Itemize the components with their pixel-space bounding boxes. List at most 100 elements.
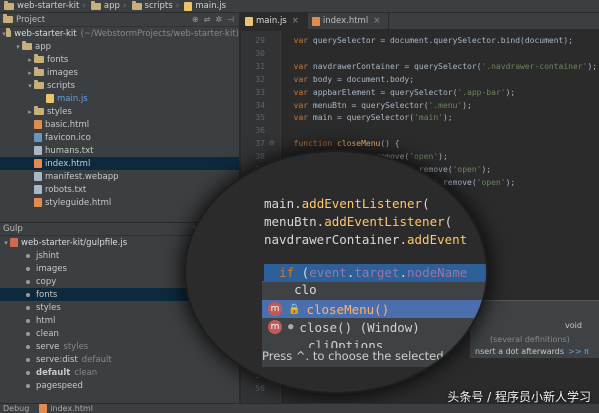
debug-file-label[interactable]: index.html	[50, 404, 93, 413]
tree-item[interactable]: ▾ scripts	[0, 79, 239, 92]
task-icon	[26, 279, 30, 284]
gulp-task[interactable]: pagespeed	[0, 379, 240, 392]
project-tree: ▾ web-starter-kit (~/WebstormProjects/we…	[0, 27, 239, 209]
gear-icon[interactable]: ✲	[215, 15, 222, 24]
debug-tab[interactable]: Debug	[0, 404, 29, 413]
breadcrumb-item-app[interactable]: app	[89, 0, 122, 13]
code-line: var appbarElement = querySelector('.app-…	[293, 87, 516, 97]
completion-label: closeMenu()	[306, 301, 390, 317]
editor-tabs: main.js × index.html ×	[241, 13, 599, 30]
tree-item-label: images	[47, 67, 78, 78]
breadcrumb-label: app	[103, 1, 120, 11]
gulp-icon	[10, 238, 18, 247]
expand-arrow-icon[interactable]: ▸	[26, 108, 34, 116]
close-icon[interactable]: ×	[373, 16, 380, 26]
completion-popup-edge: void (several definitions) nsert a dot a…	[470, 300, 599, 358]
line-number: 34	[255, 100, 265, 110]
folder-icon	[4, 0, 14, 10]
html-file-icon	[39, 404, 48, 413]
collapse-icon[interactable]: ⇌	[204, 15, 211, 24]
gulp-root-label: web-starter-kit/gulpfile.js	[21, 237, 128, 248]
sync-icon[interactable]: ⊕	[192, 15, 199, 24]
tree-item[interactable]: robots.txt	[0, 183, 239, 196]
line-number: 56	[255, 384, 265, 394]
tree-item[interactable]: styleguide.html	[0, 196, 239, 209]
expand-arrow-icon[interactable]: ▾	[2, 239, 10, 247]
gulp-task-dependency: styles	[63, 341, 89, 352]
tree-item-label: basic.html	[45, 119, 90, 130]
expand-arrow-icon[interactable]: ▸	[26, 69, 34, 77]
project-pane-title[interactable]: Project	[16, 15, 45, 25]
tree-item[interactable]: basic.html	[0, 118, 239, 131]
method-icon: m	[268, 320, 282, 334]
gulp-task[interactable]: default clean	[0, 366, 240, 379]
task-icon	[26, 305, 30, 310]
ico-file-icon	[34, 133, 42, 142]
expand-arrow-icon[interactable]: ▾	[14, 43, 22, 51]
breadcrumb-item-project[interactable]: web-starter-kit	[2, 0, 81, 13]
line-number: 38	[255, 152, 265, 162]
line-number: 35	[255, 113, 265, 123]
tree-item[interactable]: ▾ app	[0, 40, 239, 53]
expand-arrow-icon[interactable]: ▾	[26, 82, 34, 90]
tree-item[interactable]: index.html	[0, 157, 239, 170]
breadcrumb-item-scripts[interactable]: scripts	[130, 0, 175, 13]
tree-item-label: app	[35, 41, 51, 52]
completion-item-closemenu[interactable]: m 🔒 closeMenu()	[262, 300, 486, 318]
tree-item[interactable]: ▸ images	[0, 66, 239, 79]
task-icon	[26, 253, 30, 258]
tree-item-label: manifest.webapp	[45, 171, 119, 182]
completion-item-close[interactable]: m ● close() (Window)	[262, 318, 486, 336]
code-line: var main = querySelector('main');	[293, 113, 453, 123]
line-number: 36	[255, 126, 265, 136]
gulp-task[interactable]: serve:dist default	[0, 353, 240, 366]
tab-index-html[interactable]: index.html ×	[308, 13, 390, 29]
tree-item-label: robots.txt	[45, 184, 87, 195]
tree-root-path: (~/WebstormProjects/web-starter-kit)	[80, 28, 239, 39]
folder-icon	[22, 41, 32, 50]
tree-item[interactable]: manifest.webapp	[0, 170, 239, 183]
tab-main-js[interactable]: main.js ×	[241, 13, 308, 29]
completion-hint: Press ^. to choose the selected (or firs…	[262, 348, 486, 364]
txt-file-icon	[34, 172, 42, 181]
project-icon	[3, 14, 13, 23]
gulp-task-label: copy	[36, 276, 57, 287]
line-number: 30	[255, 48, 265, 58]
html-file-icon	[34, 198, 42, 207]
zoom-code-line: navdrawerContainer.addEvent	[264, 232, 468, 247]
tree-item[interactable]: humans.txt	[0, 144, 239, 157]
close-icon[interactable]: ×	[292, 16, 299, 26]
zoom-code-line: menuBtn.addEventListener(	[264, 214, 453, 229]
code-line: var querySelector = document.querySelect…	[293, 36, 573, 45]
hint-link[interactable]: >> π	[568, 347, 589, 356]
tree-item[interactable]: ▸ styles	[0, 105, 239, 118]
zoom-code-line-typing: clo	[264, 282, 317, 297]
tree-item-label: index.html	[45, 158, 91, 169]
hint-tail: nsert a dot afterwards	[475, 347, 564, 356]
tree-item[interactable]: favicon.ico	[0, 131, 239, 144]
tree-item[interactable]: main.js	[0, 92, 239, 105]
js-file-icon	[46, 94, 54, 103]
fold-marker-icon[interactable]: ⊖	[269, 139, 275, 147]
folder-icon	[90, 0, 101, 10]
tree-item[interactable]: ▸ fonts	[0, 53, 239, 66]
chevron-right-icon: ›	[122, 1, 127, 11]
gulp-task[interactable]: serve styles	[0, 340, 240, 353]
breadcrumb: web-starter-kit › app › scripts › main.j…	[0, 0, 599, 13]
html-file-icon	[34, 159, 42, 168]
folder-icon	[34, 106, 44, 115]
gulp-task-label: pagespeed	[36, 380, 83, 391]
tab-label: main.js	[256, 16, 287, 26]
tree-root[interactable]: ▾ web-starter-kit (~/WebstormProjects/we…	[0, 27, 239, 40]
chevron-right-icon: ›	[175, 1, 180, 11]
tab-label: index.html	[322, 16, 369, 26]
gulp-task-label: default	[36, 367, 71, 378]
gulp-pane-title[interactable]: Gulp	[3, 224, 23, 234]
task-icon	[26, 357, 30, 362]
lock-icon: 🔒	[288, 303, 301, 315]
breadcrumb-item-file[interactable]: main.js	[182, 0, 228, 13]
folder-icon	[34, 67, 44, 76]
expand-arrow-icon[interactable]: ▸	[26, 56, 34, 64]
line-number: 29	[255, 36, 265, 45]
hide-icon[interactable]: ⊣	[227, 15, 234, 24]
